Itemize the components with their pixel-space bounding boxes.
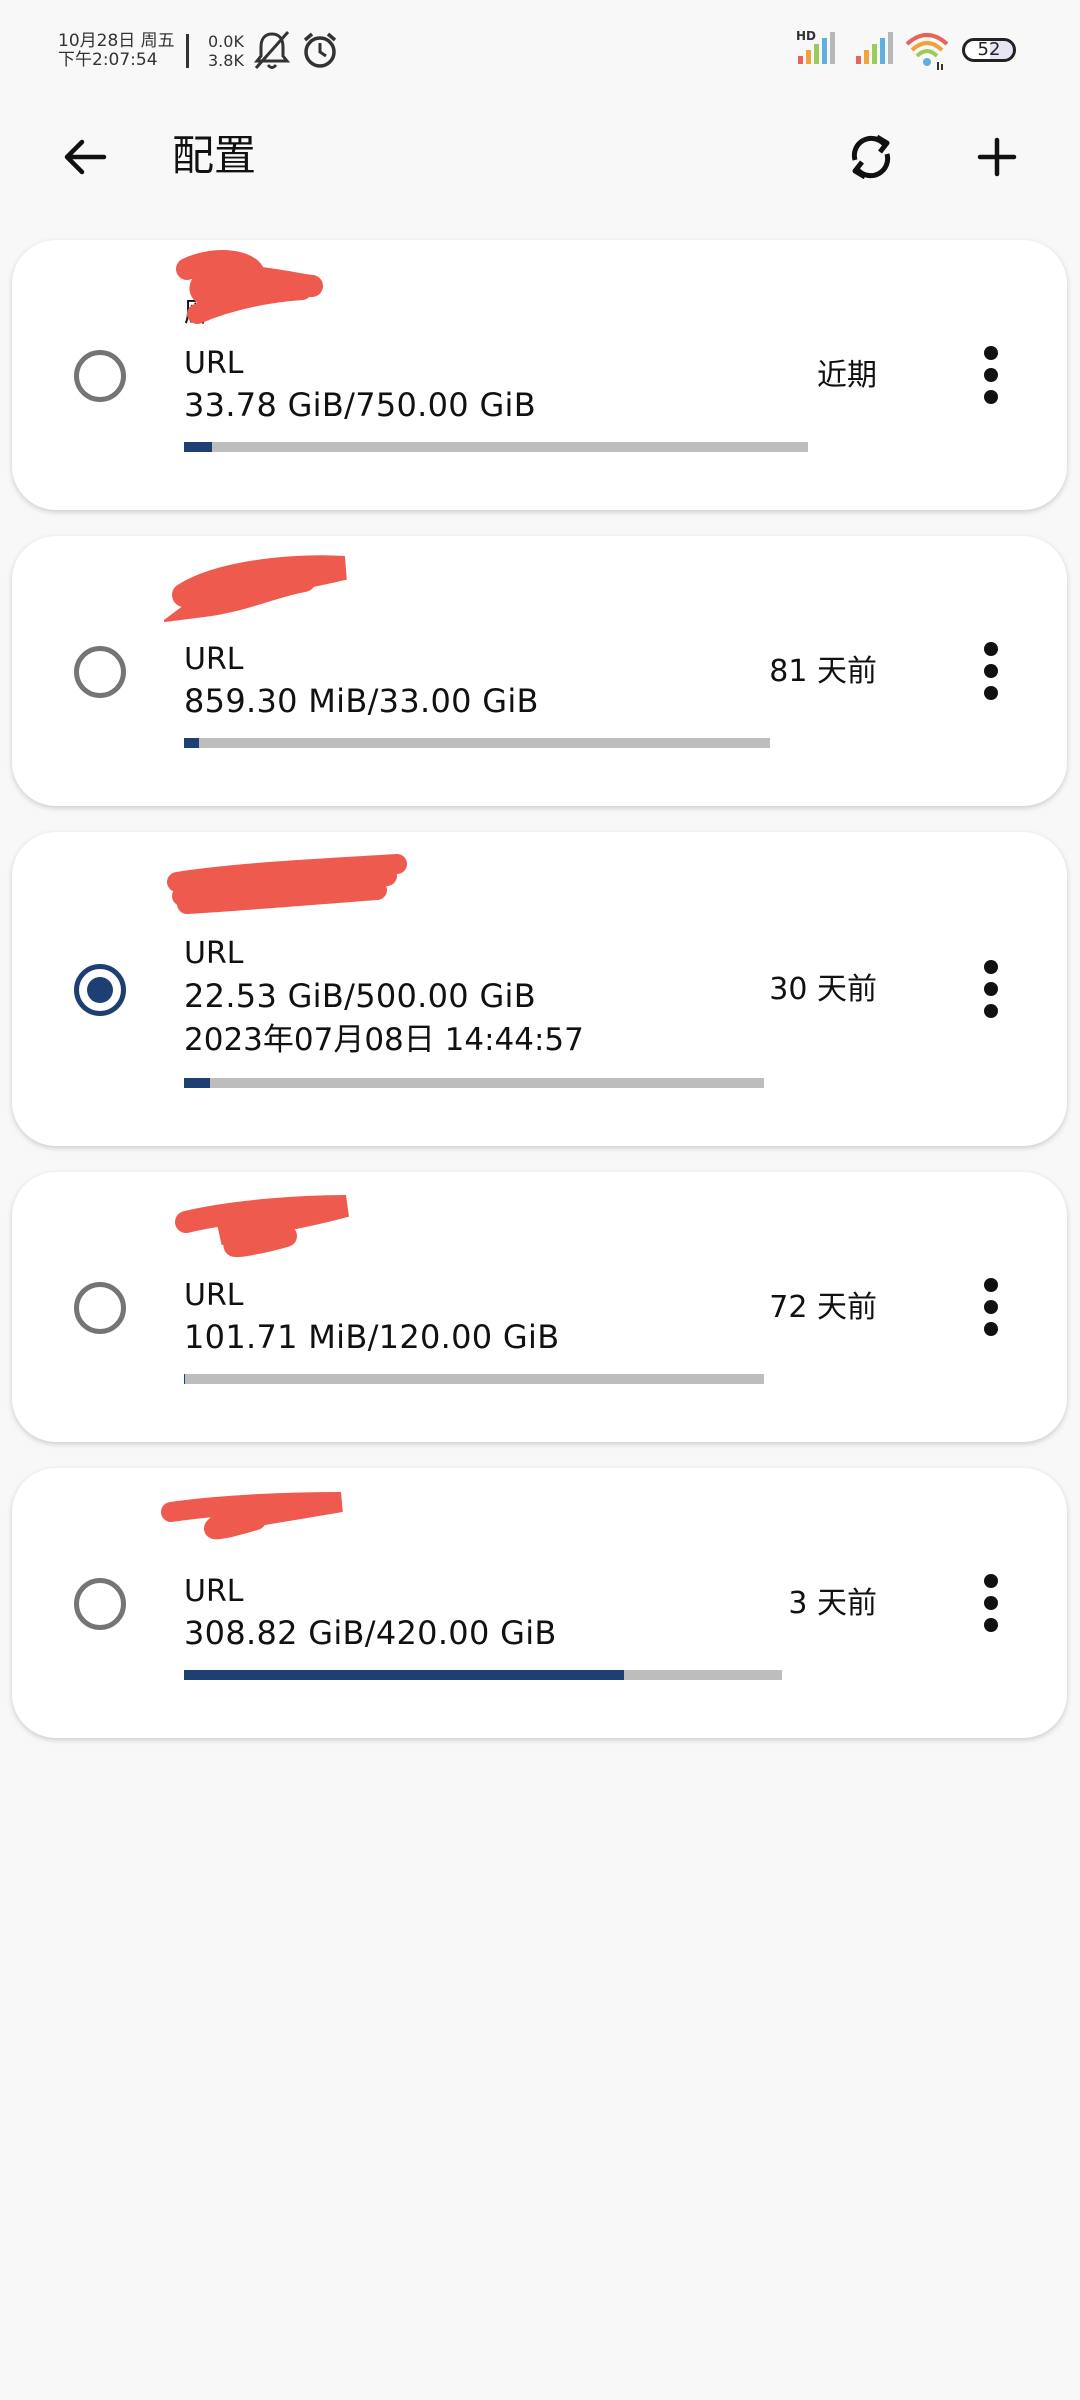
speed-up: 0.0K <box>208 32 244 51</box>
profile-usage: 308.82 GiB/420.00 GiB <box>184 1614 557 1652</box>
redaction-mark <box>161 1492 343 1540</box>
profile-radio-selected[interactable] <box>74 964 126 1016</box>
redaction-mark <box>175 1195 349 1258</box>
profile-updated: 近期 <box>817 358 877 393</box>
battery-icon: 52 <box>962 38 1016 62</box>
usage-progress-fill <box>184 1374 185 1384</box>
profile-usage: 101.71 MiB/120.00 GiB <box>184 1318 560 1356</box>
status-separator <box>186 34 189 68</box>
wifi-icon <box>905 33 949 70</box>
profile-usage: 859.30 MiB/33.00 GiB <box>184 682 539 720</box>
profile-card[interactable]: URL 308.82 GiB/420.00 GiB 3 天前 <box>12 1468 1067 1738</box>
more-options-icon[interactable] <box>972 1278 1012 1338</box>
redaction-mark <box>164 555 347 623</box>
usage-progress-bar <box>184 1374 764 1384</box>
page-title: 配置 <box>172 131 257 180</box>
profile-radio[interactable] <box>74 1282 126 1334</box>
alarm-icon <box>303 32 337 68</box>
back-arrow-icon[interactable] <box>60 132 110 182</box>
bell-off-icon <box>253 31 291 69</box>
signal-icon <box>856 32 893 64</box>
profile-type: URL <box>184 346 244 381</box>
usage-progress-fill <box>184 738 200 748</box>
profile-type: URL <box>184 1278 244 1313</box>
status-date: 10月28日 周五 <box>58 31 175 51</box>
profile-card[interactable]: URL 101.71 MiB/120.00 GiB 72 天前 <box>12 1172 1067 1442</box>
add-icon[interactable] <box>972 132 1022 182</box>
more-options-icon[interactable] <box>972 642 1012 702</box>
refresh-icon[interactable] <box>844 130 898 184</box>
more-options-icon[interactable] <box>972 1574 1012 1634</box>
usage-progress-bar <box>184 1670 782 1680</box>
profile-updated: 72 天前 <box>769 1290 877 1325</box>
profile-type: URL <box>184 1574 244 1609</box>
usage-progress-bar <box>184 1078 764 1088</box>
profile-updated: 30 天前 <box>769 972 877 1007</box>
profile-type: URL <box>184 936 244 971</box>
profile-radio[interactable] <box>74 350 126 402</box>
app-bar: 配置 <box>0 110 1080 200</box>
profile-radio[interactable] <box>74 1578 126 1630</box>
profile-type: URL <box>184 642 244 677</box>
redaction-mark <box>167 854 407 914</box>
profile-usage: 33.78 GiB/750.00 GiB <box>184 386 536 424</box>
profile-card[interactable]: URL 22.53 GiB/500.00 GiB 2023年07月08日 14:… <box>12 832 1067 1146</box>
status-bar: 10月28日 周五 下午2:07:54 0.0K 3.8K HD 52 <box>0 0 1080 100</box>
profile-card[interactable]: 廊 URL 33.78 GiB/750.00 GiB 近期 <box>12 240 1067 510</box>
speed-down: 3.8K <box>208 51 244 70</box>
hd-signal-icon: HD <box>796 29 835 64</box>
profile-radio[interactable] <box>74 646 126 698</box>
network-speed: 0.0K 3.8K <box>208 32 244 70</box>
usage-progress-fill <box>184 1670 624 1680</box>
usage-progress-bar <box>184 738 770 748</box>
usage-progress-fill <box>184 1078 211 1088</box>
more-options-icon[interactable] <box>972 960 1012 1020</box>
redaction-mark <box>176 250 323 324</box>
profile-updated: 3 天前 <box>788 1586 877 1621</box>
svg-text:HD: HD <box>796 29 816 43</box>
profile-usage: 22.53 GiB/500.00 GiB <box>184 977 536 1015</box>
profile-updated: 81 天前 <box>769 654 877 689</box>
profile-expire: 2023年07月08日 14:44:57 <box>184 1022 584 1058</box>
profile-card[interactable]: URL 859.30 MiB/33.00 GiB 81 天前 <box>12 536 1067 806</box>
status-datetime: 10月28日 周五 下午2:07:54 <box>58 32 175 70</box>
usage-progress-bar <box>184 442 808 452</box>
more-options-icon[interactable] <box>972 346 1012 406</box>
usage-progress-fill <box>184 442 213 452</box>
status-time: 下午2:07:54 <box>58 50 158 70</box>
